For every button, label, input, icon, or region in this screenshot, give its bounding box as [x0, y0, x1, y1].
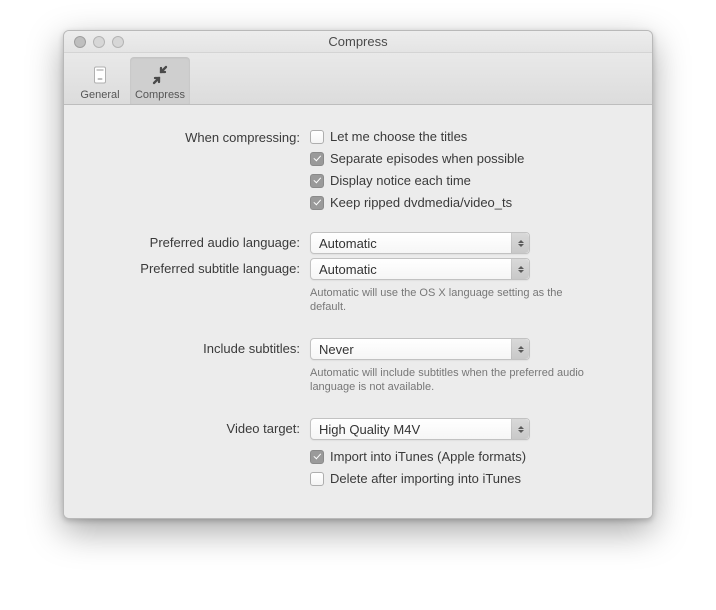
- video-target-select[interactable]: High Quality M4V: [310, 418, 530, 440]
- checkbox-label: Delete after importing into iTunes: [330, 469, 521, 488]
- subtitle-language-helper: Automatic will use the OS X language set…: [310, 286, 600, 314]
- checkbox-label: Import into iTunes (Apple formats): [330, 447, 526, 466]
- checkbox-icon: [310, 450, 324, 464]
- tab-label: General: [70, 89, 130, 101]
- checkbox-label: Keep ripped dvdmedia/video_ts: [330, 193, 512, 212]
- video-target-label: Video target:: [92, 418, 310, 436]
- checkbox-choose-titles[interactable]: Let me choose the titles: [310, 127, 624, 146]
- general-icon: [70, 61, 130, 89]
- tab-compress[interactable]: Compress: [130, 57, 190, 104]
- include-subtitles-select[interactable]: Never: [310, 338, 530, 360]
- close-button[interactable]: [74, 36, 86, 48]
- toolbar: General Compress: [64, 53, 652, 105]
- checkbox-delete-after-import[interactable]: Delete after importing into iTunes: [310, 469, 624, 488]
- include-subtitles-helper: Automatic will include subtitles when th…: [310, 366, 600, 394]
- checkbox-label: Separate episodes when possible: [330, 149, 524, 168]
- checkbox-keep-ripped[interactable]: Keep ripped dvdmedia/video_ts: [310, 193, 624, 212]
- checkbox-icon: [310, 130, 324, 144]
- checkbox-label: Let me choose the titles: [330, 127, 467, 146]
- checkbox-display-notice[interactable]: Display notice each time: [310, 171, 624, 190]
- audio-language-label: Preferred audio language:: [92, 232, 310, 250]
- when-compressing-label: When compressing:: [92, 127, 310, 145]
- tab-label: Compress: [130, 89, 190, 101]
- checkbox-icon: [310, 472, 324, 486]
- compress-icon: [130, 61, 190, 89]
- audio-language-select[interactable]: Automatic: [310, 232, 530, 254]
- zoom-button[interactable]: [112, 36, 124, 48]
- updown-icon: [511, 339, 529, 359]
- minimize-button[interactable]: [93, 36, 105, 48]
- content-area: When compressing: Let me choose the titl…: [64, 105, 652, 518]
- subtitle-language-select[interactable]: Automatic: [310, 258, 530, 280]
- select-value: Automatic: [311, 236, 377, 251]
- checkbox-icon: [310, 152, 324, 166]
- select-value: Automatic: [311, 262, 377, 277]
- checkbox-icon: [310, 174, 324, 188]
- preferences-window: Compress General Comp: [63, 30, 653, 519]
- updown-icon: [511, 233, 529, 253]
- select-value: High Quality M4V: [311, 422, 420, 437]
- checkbox-import-itunes[interactable]: Import into iTunes (Apple formats): [310, 447, 624, 466]
- updown-icon: [511, 419, 529, 439]
- include-subtitles-label: Include subtitles:: [92, 338, 310, 356]
- checkbox-label: Display notice each time: [330, 171, 471, 190]
- select-value: Never: [311, 342, 354, 357]
- tab-general[interactable]: General: [70, 57, 130, 104]
- window-controls: [64, 36, 124, 48]
- checkbox-icon: [310, 196, 324, 210]
- checkbox-separate-episodes[interactable]: Separate episodes when possible: [310, 149, 624, 168]
- window-title: Compress: [64, 34, 652, 49]
- subtitle-language-label: Preferred subtitle language:: [92, 258, 310, 276]
- titlebar: Compress: [64, 31, 652, 53]
- updown-icon: [511, 259, 529, 279]
